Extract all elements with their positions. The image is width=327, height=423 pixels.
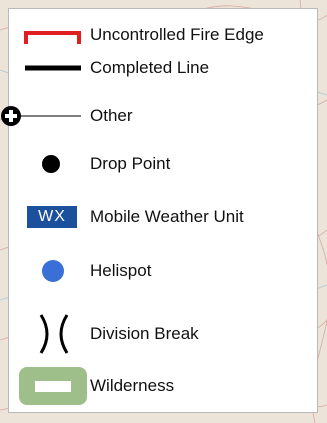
legend-label: Mobile Weather Unit [90,207,244,226]
helispot-icon [42,260,64,282]
legend-label: Wilderness [90,376,175,395]
uncontrolled-fire-edge-icon [24,31,81,44]
legend-label: Uncontrolled Fire Edge [90,25,264,44]
legend-label: Division Break [90,324,199,343]
completed-line-icon [25,65,81,71]
legend-label: Other [90,106,133,125]
legend-item-uncontrolled-fire-edge: Uncontrolled Fire Edge [9,20,319,50]
other-line-icon [1,106,81,126]
wx-symbol-text: WX [27,206,77,228]
legend-label: Drop Point [90,154,171,173]
legend-item-completed-line: Completed Line [9,53,319,83]
drop-point-icon [42,155,60,173]
legend-label: Helispot [90,261,152,280]
legend-item-other: Other [1,101,319,131]
division-break-icon [39,314,69,354]
legend-item-drop-point: Drop Point [9,149,319,179]
legend-item-wilderness: Wilderness [9,367,319,405]
legend-item-helispot: Helispot [9,256,319,286]
legend-item-mobile-weather-unit: WX Mobile Weather Unit [9,202,319,232]
map-legend: Uncontrolled Fire Edge Completed Line Ot… [1,8,319,413]
wilderness-icon [19,367,87,405]
legend-item-division-break: Division Break [9,314,319,354]
mobile-weather-unit-icon: WX [9,202,89,232]
legend-label: Completed Line [90,58,210,77]
